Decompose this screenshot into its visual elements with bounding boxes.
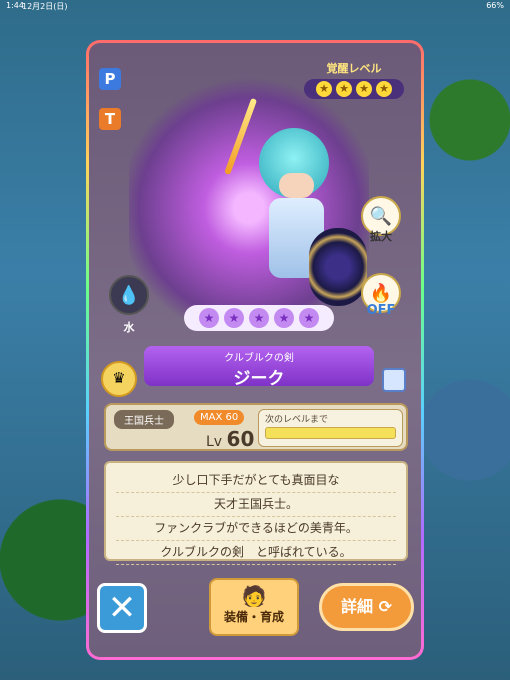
max-level-badge: MAX 60	[194, 410, 245, 425]
status-date: 12月2日(日)	[22, 2, 68, 11]
status-battery: 66%	[486, 1, 504, 10]
next-level-box: 次のレベルまで	[258, 409, 403, 447]
rarity-star-icon: ★	[249, 308, 269, 328]
description-line: 少し口下手だがとても真面目な	[116, 469, 396, 493]
description-box: 少し口下手だがとても真面目な 天才王国兵士。 ファンクラブができるほどの美青年。…	[104, 461, 408, 565]
zoom-label: 拡大	[370, 230, 392, 243]
next-level-label: 次のレベルまで	[265, 415, 329, 425]
hero-illustration	[129, 68, 369, 318]
level-display: Lv 60	[206, 427, 254, 451]
rarity-star-icon: ★	[199, 308, 219, 328]
awake-star-icon: ★	[376, 81, 392, 97]
status-bar: 1:44 12月2日(日) 66%	[0, 0, 510, 12]
equip-button[interactable]: 🧑 装備・育成	[209, 578, 299, 636]
description-line: 天才王国兵士。	[116, 493, 396, 517]
hero-face	[279, 173, 314, 198]
profile-card-icon[interactable]	[382, 368, 406, 392]
character-title: クルブルクの剣	[224, 353, 294, 364]
toggle-label: OFF	[366, 303, 396, 318]
equip-label: 装備・育成	[223, 610, 284, 624]
description-line: クルブルクの剣 と呼ばれている。	[116, 541, 396, 565]
refresh-icon: ⟳	[378, 597, 392, 616]
rarity-star-icon: ★	[224, 308, 244, 328]
torch-icon: 🔥	[369, 283, 393, 304]
job-label: 王国兵士	[114, 410, 174, 429]
stats-panel: 王国兵士 MAX 60 Lv 60 次のレベルまで	[104, 403, 408, 451]
tab-p[interactable]: P	[99, 68, 121, 90]
shield-icon	[309, 228, 367, 306]
rarity-star-icon: ★	[299, 308, 319, 328]
magnifier-icon: 🔍	[369, 206, 393, 227]
character-card: P T 覚醒レベル ★ ★ ★ ★ 💧 水 🔍 拡大 🔥 OFF	[86, 40, 424, 660]
name-banner: クルブルクの剣 ジーク	[144, 346, 374, 389]
element-label: 水	[123, 321, 135, 334]
character-name: ジーク	[233, 369, 285, 389]
detail-button[interactable]: 詳細 ⟳	[319, 583, 414, 631]
level-value: 60	[226, 427, 255, 451]
rarity-star-icon: ★	[274, 308, 294, 328]
water-element-icon: 💧	[109, 275, 149, 315]
card-inner: P T 覚醒レベル ★ ★ ★ ★ 💧 水 🔍 拡大 🔥 OFF	[89, 43, 421, 657]
rarity-stars: ★ ★ ★ ★ ★	[184, 305, 334, 331]
character-icon: 🧑	[241, 584, 267, 608]
sword-icon	[224, 97, 258, 176]
exp-bar	[265, 427, 396, 439]
close-button[interactable]: ✕	[97, 583, 147, 633]
level-prefix: Lv	[206, 434, 223, 450]
tab-t[interactable]: T	[99, 108, 121, 130]
detail-label: 詳細	[341, 597, 374, 616]
description-line: ファンクラブができるほどの美青年。	[116, 517, 396, 541]
crown-icon: ♛	[101, 361, 137, 397]
